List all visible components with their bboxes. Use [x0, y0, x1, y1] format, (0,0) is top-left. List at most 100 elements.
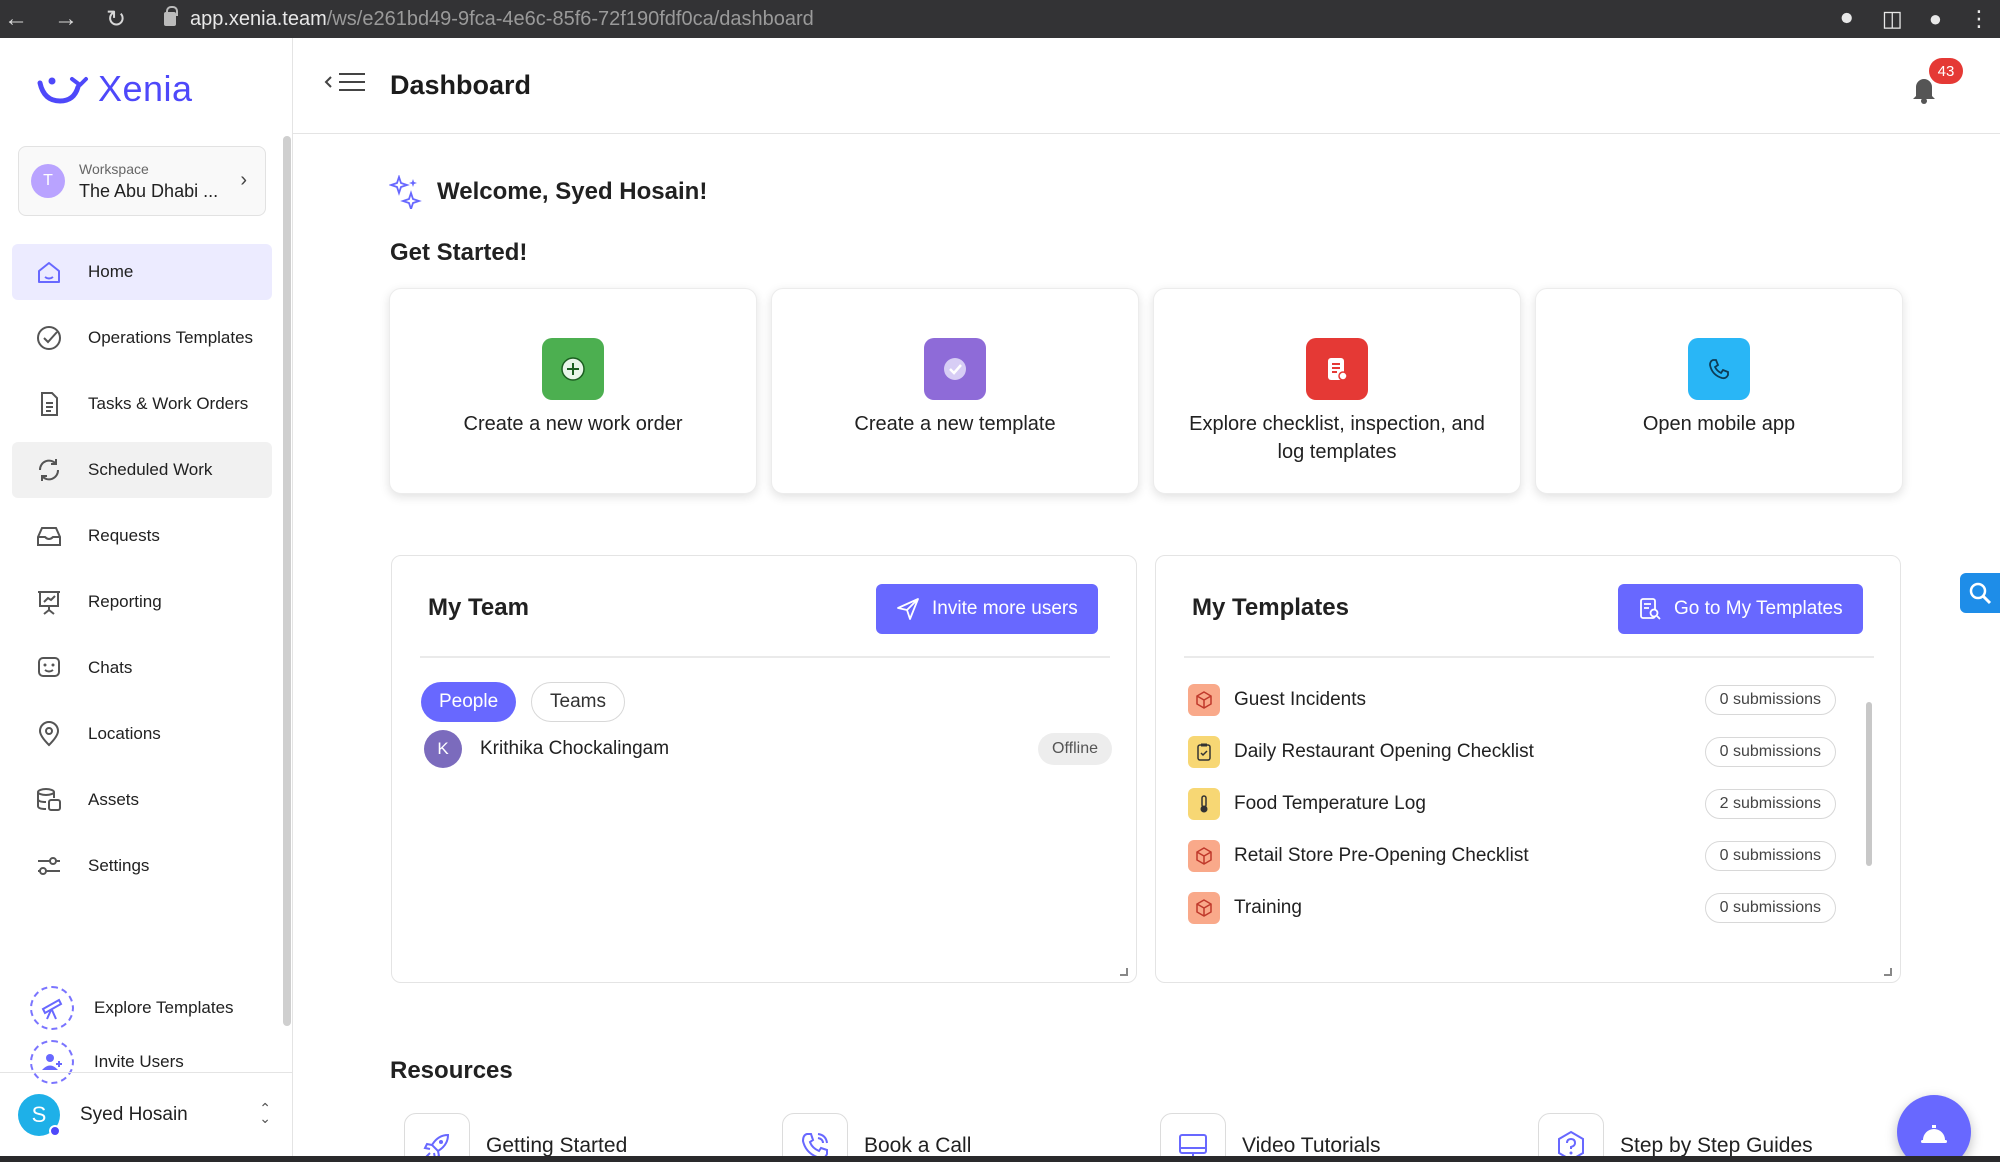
app-window: Xenia T Workspace The Abu Dhabi ... › Ho…: [0, 38, 2000, 1162]
sidebar-item-home[interactable]: Home: [12, 244, 272, 300]
explore-templates-card[interactable]: Explore checklist, inspection, and log t…: [1153, 288, 1521, 494]
resize-handle-icon[interactable]: [1120, 968, 1128, 976]
workspace-avatar: T: [31, 164, 65, 198]
presentation-chart-icon: [34, 587, 64, 617]
split-view-icon[interactable]: ◫: [1882, 6, 1903, 32]
reload-icon[interactable]: ↻: [102, 5, 130, 34]
divider: [1184, 656, 1874, 658]
sidebar-item-label: Tasks & Work Orders: [88, 394, 249, 413]
resize-handle-icon[interactable]: [1884, 968, 1892, 976]
workspace-switcher[interactable]: T Workspace The Abu Dhabi ... ›: [18, 146, 266, 216]
welcome-banner: Welcome, Syed Hosain!: [389, 175, 707, 209]
submissions-badge: 0 submissions: [1704, 841, 1836, 871]
sidebar-item-settings[interactable]: Settings: [12, 838, 272, 894]
sidebar-item-scheduled-work[interactable]: Scheduled Work: [12, 442, 272, 498]
list-item[interactable]: Food Temperature Log 2 submissions: [1188, 778, 1864, 830]
avatar-initial: S: [31, 1101, 47, 1127]
url-host: app.xenia.team: [190, 7, 327, 30]
templates-scrollbar[interactable]: [1866, 702, 1872, 866]
list-item[interactable]: Guest Incidents 0 submissions: [1188, 674, 1864, 726]
sliders-icon: [34, 851, 64, 881]
getting-started-link[interactable]: Getting Started: [404, 1113, 627, 1162]
sidebar-item-label: Chats: [88, 658, 133, 677]
browser-toolbar: ← → ↻ app.xenia.team/ws/e261bd49-9fca-4e…: [0, 0, 2000, 38]
more-vertical-icon[interactable]: ⋮: [1968, 6, 1990, 32]
sidebar-item-chats[interactable]: Chats: [12, 640, 272, 696]
help-icon: [1538, 1113, 1604, 1162]
sidebar-scrollbar[interactable]: [283, 136, 291, 1026]
my-team-panel: My Team Invite more users People Teams K…: [391, 555, 1137, 983]
tab-teams[interactable]: Teams: [531, 682, 625, 722]
sidebar-item-tasks-work-orders[interactable]: Tasks & Work Orders: [12, 376, 272, 432]
top-header: Dashboard 43: [293, 38, 2000, 134]
monitor-icon: [1160, 1113, 1226, 1162]
page-title: Dashboard: [390, 70, 532, 100]
check-badge-icon: [924, 338, 986, 400]
lock-icon: [164, 6, 178, 26]
go-to-my-templates-button[interactable]: Go to My Templates: [1618, 584, 1863, 634]
invite-more-users-button[interactable]: Invite more users: [876, 584, 1098, 634]
sidebar-item-reporting[interactable]: Reporting: [12, 574, 272, 630]
sparkles-icon: [389, 175, 422, 209]
online-dot: [49, 1124, 61, 1137]
profile-icon[interactable]: ●: [1929, 6, 1942, 32]
user-profile-switcher[interactable]: S Syed Hosain ⌃ ⌄: [0, 1072, 293, 1156]
video-tutorials-link[interactable]: Video Tutorials: [1160, 1113, 1381, 1162]
magnifier-icon: [1969, 582, 1992, 605]
shield-icon[interactable]: ⚫: [1837, 6, 1855, 32]
url-path: /ws/e261bd49-9fca-4e6c-85f6-72f190fdf0ca…: [326, 7, 814, 30]
back-arrow-icon[interactable]: ←: [2, 5, 30, 33]
go-to-my-templates-label: Go to My Templates: [1674, 598, 1843, 619]
card-label: Explore checklist, inspection, and log t…: [1189, 413, 1485, 463]
chat-icon: [34, 653, 64, 683]
zoom-search-tab[interactable]: [1960, 573, 2000, 613]
sidebar-item-locations[interactable]: Locations: [12, 706, 272, 762]
rocket-icon: [404, 1113, 470, 1162]
location-pin-icon: [34, 719, 64, 749]
create-work-order-card[interactable]: Create a new work order: [389, 288, 757, 494]
open-mobile-app-card[interactable]: Open mobile app: [1535, 288, 1903, 494]
sidebar: Xenia T Workspace The Abu Dhabi ... › Ho…: [0, 38, 293, 1156]
collapse-menu-icon: [324, 73, 365, 91]
my-templates-panel: My Templates Go to My Templates Guest In…: [1155, 555, 1901, 983]
list-item[interactable]: Daily Restaurant Opening Checklist 0 sub…: [1188, 726, 1864, 778]
templates-list: Guest Incidents 0 submissions Daily Rest…: [1188, 674, 1864, 934]
sidebar-item-label: Assets: [88, 790, 140, 809]
sidebar-item-label: Scheduled Work: [88, 460, 213, 479]
resource-label: Book a Call: [864, 1134, 972, 1157]
phone-icon: [1688, 338, 1750, 400]
sidebar-item-operations-templates[interactable]: Operations Templates: [12, 310, 272, 366]
address-bar[interactable]: app.xenia.team/ws/e261bd49-9fca-4e6c-85f…: [164, 6, 814, 31]
create-template-card[interactable]: Create a new template: [771, 288, 1139, 494]
avatar: K: [424, 730, 462, 768]
invite-users-label: Invite Users: [94, 1052, 184, 1071]
resource-label: Getting Started: [486, 1134, 628, 1157]
sidebar-item-requests[interactable]: Requests: [12, 508, 272, 564]
service-bell-icon: [1921, 1125, 1947, 1143]
forward-arrow-icon[interactable]: →: [52, 5, 80, 33]
workspace-name: The Abu Dhabi ...: [79, 180, 219, 201]
divider: [420, 656, 1110, 658]
list-item[interactable]: K Krithika Chockalingam Offline: [424, 729, 1112, 769]
sidebar-toggle-button[interactable]: [323, 68, 367, 103]
list-item[interactable]: Retail Store Pre-Opening Checklist 0 sub…: [1188, 830, 1864, 882]
list-item[interactable]: Training 0 submissions: [1188, 882, 1864, 934]
clipboard-icon: [1188, 736, 1220, 768]
step-by-step-guides-link[interactable]: Step by Step Guides: [1538, 1113, 1813, 1162]
chevron-right-icon: ›: [240, 169, 247, 191]
template-name: Daily Restaurant Opening Checklist: [1234, 741, 1534, 762]
database-icon: [34, 785, 64, 815]
chevron-up-down-icon: ⌃ ⌄: [259, 1100, 271, 1126]
document-list-icon: [1306, 338, 1368, 400]
template-name: Training: [1234, 897, 1302, 918]
brand-logo[interactable]: Xenia: [34, 68, 193, 110]
sidebar-item-label: Settings: [88, 856, 150, 875]
sidebar-item-assets[interactable]: Assets: [12, 772, 272, 828]
submissions-badge: 0 submissions: [1704, 893, 1836, 923]
book-a-call-link[interactable]: Book a Call: [782, 1113, 971, 1162]
phone-icon: [782, 1113, 848, 1162]
explore-templates-link[interactable]: Explore Templates: [30, 984, 234, 1032]
my-team-title: My Team: [428, 594, 529, 621]
tab-people[interactable]: People: [421, 682, 517, 722]
support-chat-button[interactable]: [1897, 1095, 1971, 1162]
